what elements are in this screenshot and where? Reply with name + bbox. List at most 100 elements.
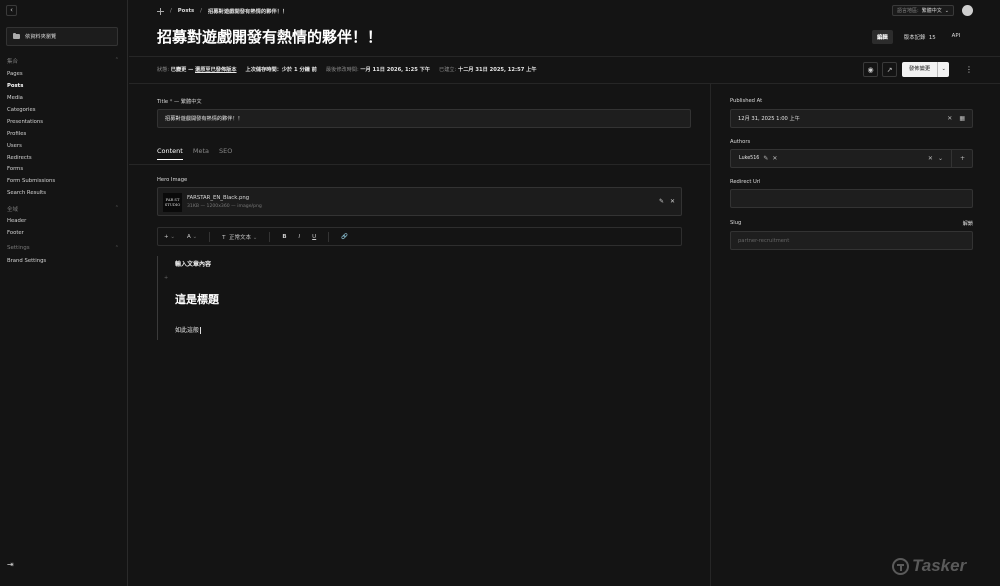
chevron-down-icon: ⌄ [944,7,949,14]
hero-image-filename[interactable]: FARSTAR_EN_Black.png [187,195,249,201]
tasker-watermark: Tasker [892,556,966,576]
authors-label: Authors [730,139,751,145]
content-tabs: Content Meta SEO [157,147,232,160]
sidebar-item-brand-settings[interactable]: Brand Settings [7,258,46,264]
sidebar-item-footer[interactable]: Footer [7,230,24,236]
hero-image-upload: FAR ST STUDIO FARSTAR_EN_Black.png 31KB … [157,187,682,216]
collapse-sidebar-button[interactable]: ‹ [6,5,17,16]
sidebar-item-form-submissions[interactable]: Form Submissions [7,178,55,184]
text-color-icon: A [186,233,191,240]
editor-paragraph[interactable]: 如此這般 [175,325,201,334]
text-color-button[interactable]: A ⌄ [187,234,197,240]
text-icon: T [222,234,226,241]
edit-icon[interactable]: ✎ [763,155,768,162]
hero-image-actions: ✎ ✕ [659,198,675,205]
input-separator [950,149,952,168]
published-at-input[interactable]: 12月 31, 2025 1:00 上午 ✕ ▦ [730,109,973,128]
page-title: 招募對遊戲開發有熱情的夥伴！！ [157,28,383,46]
tasker-logo-icon [892,557,909,575]
editor-toolbar: + ⌄ A ⌄ T 正常文本 ⌄ B I U 🔗 [157,227,682,246]
hero-image-meta: 31KB — 1200x360 — image/png [187,204,262,209]
slug-input[interactable]: partner-recruitment [730,231,973,250]
tab-versions[interactable]: 版本記錄 15 [899,30,941,44]
edit-icon[interactable]: ✎ [659,198,664,205]
slug-label: Slug [730,220,742,226]
author-chip-label: Luke516 [739,156,760,161]
tab-seo[interactable]: SEO [219,147,232,160]
redirect-url-label: Redirect Url [730,179,761,185]
tab-meta[interactable]: Meta [193,147,209,160]
more-options-icon[interactable]: ⋮ [964,62,974,77]
sidebar-item-profiles[interactable]: Profiles [7,131,26,137]
add-author-icon[interactable]: + [957,155,968,162]
dashboard-icon[interactable] [157,7,164,15]
locale-selector[interactable]: 語言地區: 繁體中文 ⌄ [892,5,954,16]
unlock-slug-button[interactable]: 解鎖 [963,220,973,227]
close-icon[interactable]: ✕ [670,198,675,205]
published-at-value: 12月 31, 2025 1:00 上午 [738,116,800,122]
insert-block-button[interactable]: + ⌄ [164,234,175,240]
redirect-url-input[interactable] [730,189,973,208]
open-in-new-tab-button[interactable]: ↗ [882,62,897,77]
bold-button[interactable]: B [282,234,286,240]
publish-changes-button-group: 發佈變更 ⌄ [902,62,950,77]
tab-edit[interactable]: 編輯 [872,30,893,44]
chevron-down-icon[interactable]: ⌄ [938,155,943,162]
breadcrumb-posts[interactable]: Posts [178,8,194,14]
chevron-up-icon: ⌃ [114,205,119,211]
block-type-dropdown[interactable]: T 正常文本 ⌄ [222,233,257,241]
sidebar-item-pages[interactable]: Pages [7,71,23,77]
toolbar-separator [209,231,211,242]
logout-icon[interactable]: ⇥ [7,560,14,569]
add-block-icon[interactable]: + [164,275,168,281]
editor-heading[interactable]: 這是標題 [175,291,219,307]
nav-group-settings[interactable]: Settings ⌃ [7,245,119,251]
sidebar: ‹ 依資料夾瀏覽 集合 ⌃ Pages Posts Media Categorie… [0,0,128,586]
publish-options-chevron-icon[interactable]: ⌄ [937,62,950,77]
preview-button[interactable]: ◉ [863,62,878,77]
calendar-icon[interactable]: ▦ [959,115,965,122]
author-chip: Luke516 ✎ ✕ [735,153,781,164]
toolbar-separator [269,231,271,242]
sidebar-item-search-results[interactable]: Search Results [7,190,46,196]
sidebar-item-posts[interactable]: Posts [7,83,23,89]
sidebar-item-presentations[interactable]: Presentations [7,119,43,125]
sidebar-item-forms[interactable]: Forms [7,166,23,172]
nav-group-collections[interactable]: 集合 ⌃ [7,57,119,65]
sidebar-item-users[interactable]: Users [7,143,22,149]
nav-group-globals[interactable]: 全域 ⌃ [7,205,119,213]
view-tabs: 編輯 版本記錄 15 API [872,30,965,44]
editor-paragraph[interactable]: 輸入文章內容 [175,259,211,268]
tab-api[interactable]: API [947,30,966,44]
remove-author-icon[interactable]: ✕ [772,155,777,162]
autosave-value: 少於 1 分鐘 前 [281,67,317,73]
folder-icon [13,32,20,39]
avatar[interactable] [962,5,973,16]
toolbar-separator [328,231,330,242]
revert-to-published-link[interactable]: 還原至已發佈版本 [195,67,237,73]
browse-by-folder-button[interactable]: 依資料夾瀏覽 [6,27,118,46]
link-icon[interactable]: 🔗 [341,234,348,240]
sidebar-item-categories[interactable]: Categories [7,107,36,113]
title-input[interactable]: 招募對遊戲開發有熱情的夥伴！！ [157,109,691,128]
published-at-label: Published At [730,98,763,104]
sidebar-item-media[interactable]: Media [7,95,23,101]
underline-button[interactable]: U [312,234,316,240]
italic-button[interactable]: I [299,234,301,240]
breadcrumb-current: 招募對遊戲開發有熱情的夥伴！！ [207,9,288,15]
title-label: Title * — 繁體中文 [157,99,202,105]
versions-count: 15 [928,35,936,41]
external-link-icon: ↗ [886,65,893,74]
authors-select[interactable]: Luke516 ✎ ✕ ✕ ⌄ + [730,149,973,168]
clear-authors-icon[interactable]: ✕ [928,155,933,162]
browse-by-folder-label: 依資料夾瀏覽 [25,34,57,40]
clear-date-icon[interactable]: ✕ [947,115,952,122]
sidebar-item-redirects[interactable]: Redirects [7,155,32,161]
chevron-up-icon: ⌃ [114,57,119,63]
publish-changes-button[interactable]: 發佈變更 [902,62,938,77]
slug-label-row: Slug 解鎖 [730,220,973,227]
editor-left-border [157,256,158,340]
sidebar-item-header[interactable]: Header [7,218,26,224]
chevron-up-icon: ⌃ [114,245,119,251]
tab-content[interactable]: Content [157,147,183,160]
